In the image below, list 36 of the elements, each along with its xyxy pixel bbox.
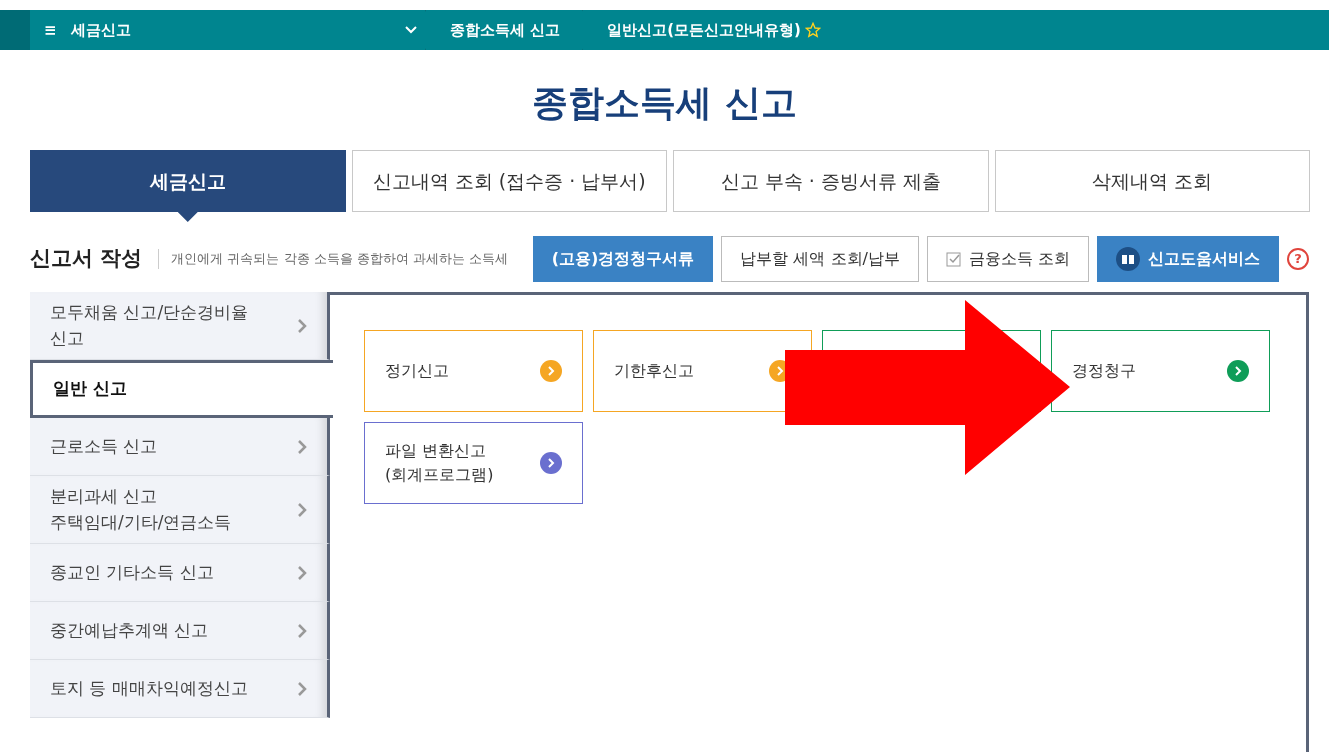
menu-card[interactable]: 기한후신고 — [593, 330, 812, 412]
help-icon[interactable]: ? — [1287, 248, 1309, 270]
menu-card[interactable]: 정기신고 — [364, 330, 583, 412]
chevron-right-icon — [298, 439, 307, 454]
action-button[interactable]: 신고도움서비스 — [1097, 236, 1279, 282]
tab[interactable]: 신고내역 조회 (접수증 · 납부서) — [351, 150, 667, 212]
menu-card[interactable]: 파일 변환신고 (회계프로그램) — [364, 422, 583, 504]
sidebar-item[interactable]: 근로소득 신고 — [30, 418, 330, 476]
chevron-right-icon — [298, 623, 307, 638]
sidebar-item[interactable]: 일반 신고 — [30, 360, 333, 418]
breadcrumb-link[interactable]: 종합소득세 신고 — [425, 10, 583, 50]
sidebar-item[interactable]: 모두채움 신고/단순경비율 신고 — [30, 292, 330, 360]
star-icon[interactable] — [804, 22, 821, 38]
action-button[interactable]: 납부할 세액 조회/납부 — [721, 236, 919, 282]
checkbox-icon — [945, 251, 961, 267]
sidebar-item[interactable]: 중간예납추계액 신고 — [30, 602, 330, 660]
sidebar-item[interactable]: 분리과세 신고 주택임대/기타/연금소득 — [30, 476, 330, 544]
chevron-right-icon — [298, 565, 307, 580]
sidebar-item[interactable]: 종교인 기타소득 신고 — [30, 544, 330, 602]
menu-strip — [0, 10, 30, 50]
breadcrumb-link[interactable]: 일반신고(모든신고안내유형) — [582, 10, 843, 50]
section-description: 개인에게 귀속되는 각종 소득을 종합하여 과세하는 소득세 — [158, 249, 509, 269]
menu-label[interactable]: 세금신고 — [70, 18, 131, 42]
chevron-right-icon — [298, 502, 307, 517]
action-button[interactable]: (고용)경정청구서류 — [532, 236, 714, 282]
menu-card[interactable]: 경정청구 — [1051, 330, 1270, 412]
page-title: 종합소득세 신고 — [531, 81, 798, 125]
chevron-right-icon — [298, 681, 307, 696]
tab[interactable]: 신고 부속 · 증빙서류 제출 — [673, 150, 989, 212]
sidebar-item[interactable]: 토지 등 매매차익예정신고 — [30, 660, 330, 718]
action-button[interactable]: 금융소득 조회 — [926, 236, 1089, 282]
chevron-right-icon — [298, 318, 307, 333]
tab[interactable]: 삭제내역 조회 — [994, 150, 1310, 212]
book-icon — [1116, 247, 1140, 271]
section-title: 신고서 작성 — [30, 245, 143, 273]
menu-icon[interactable]: ≡ — [44, 18, 57, 42]
